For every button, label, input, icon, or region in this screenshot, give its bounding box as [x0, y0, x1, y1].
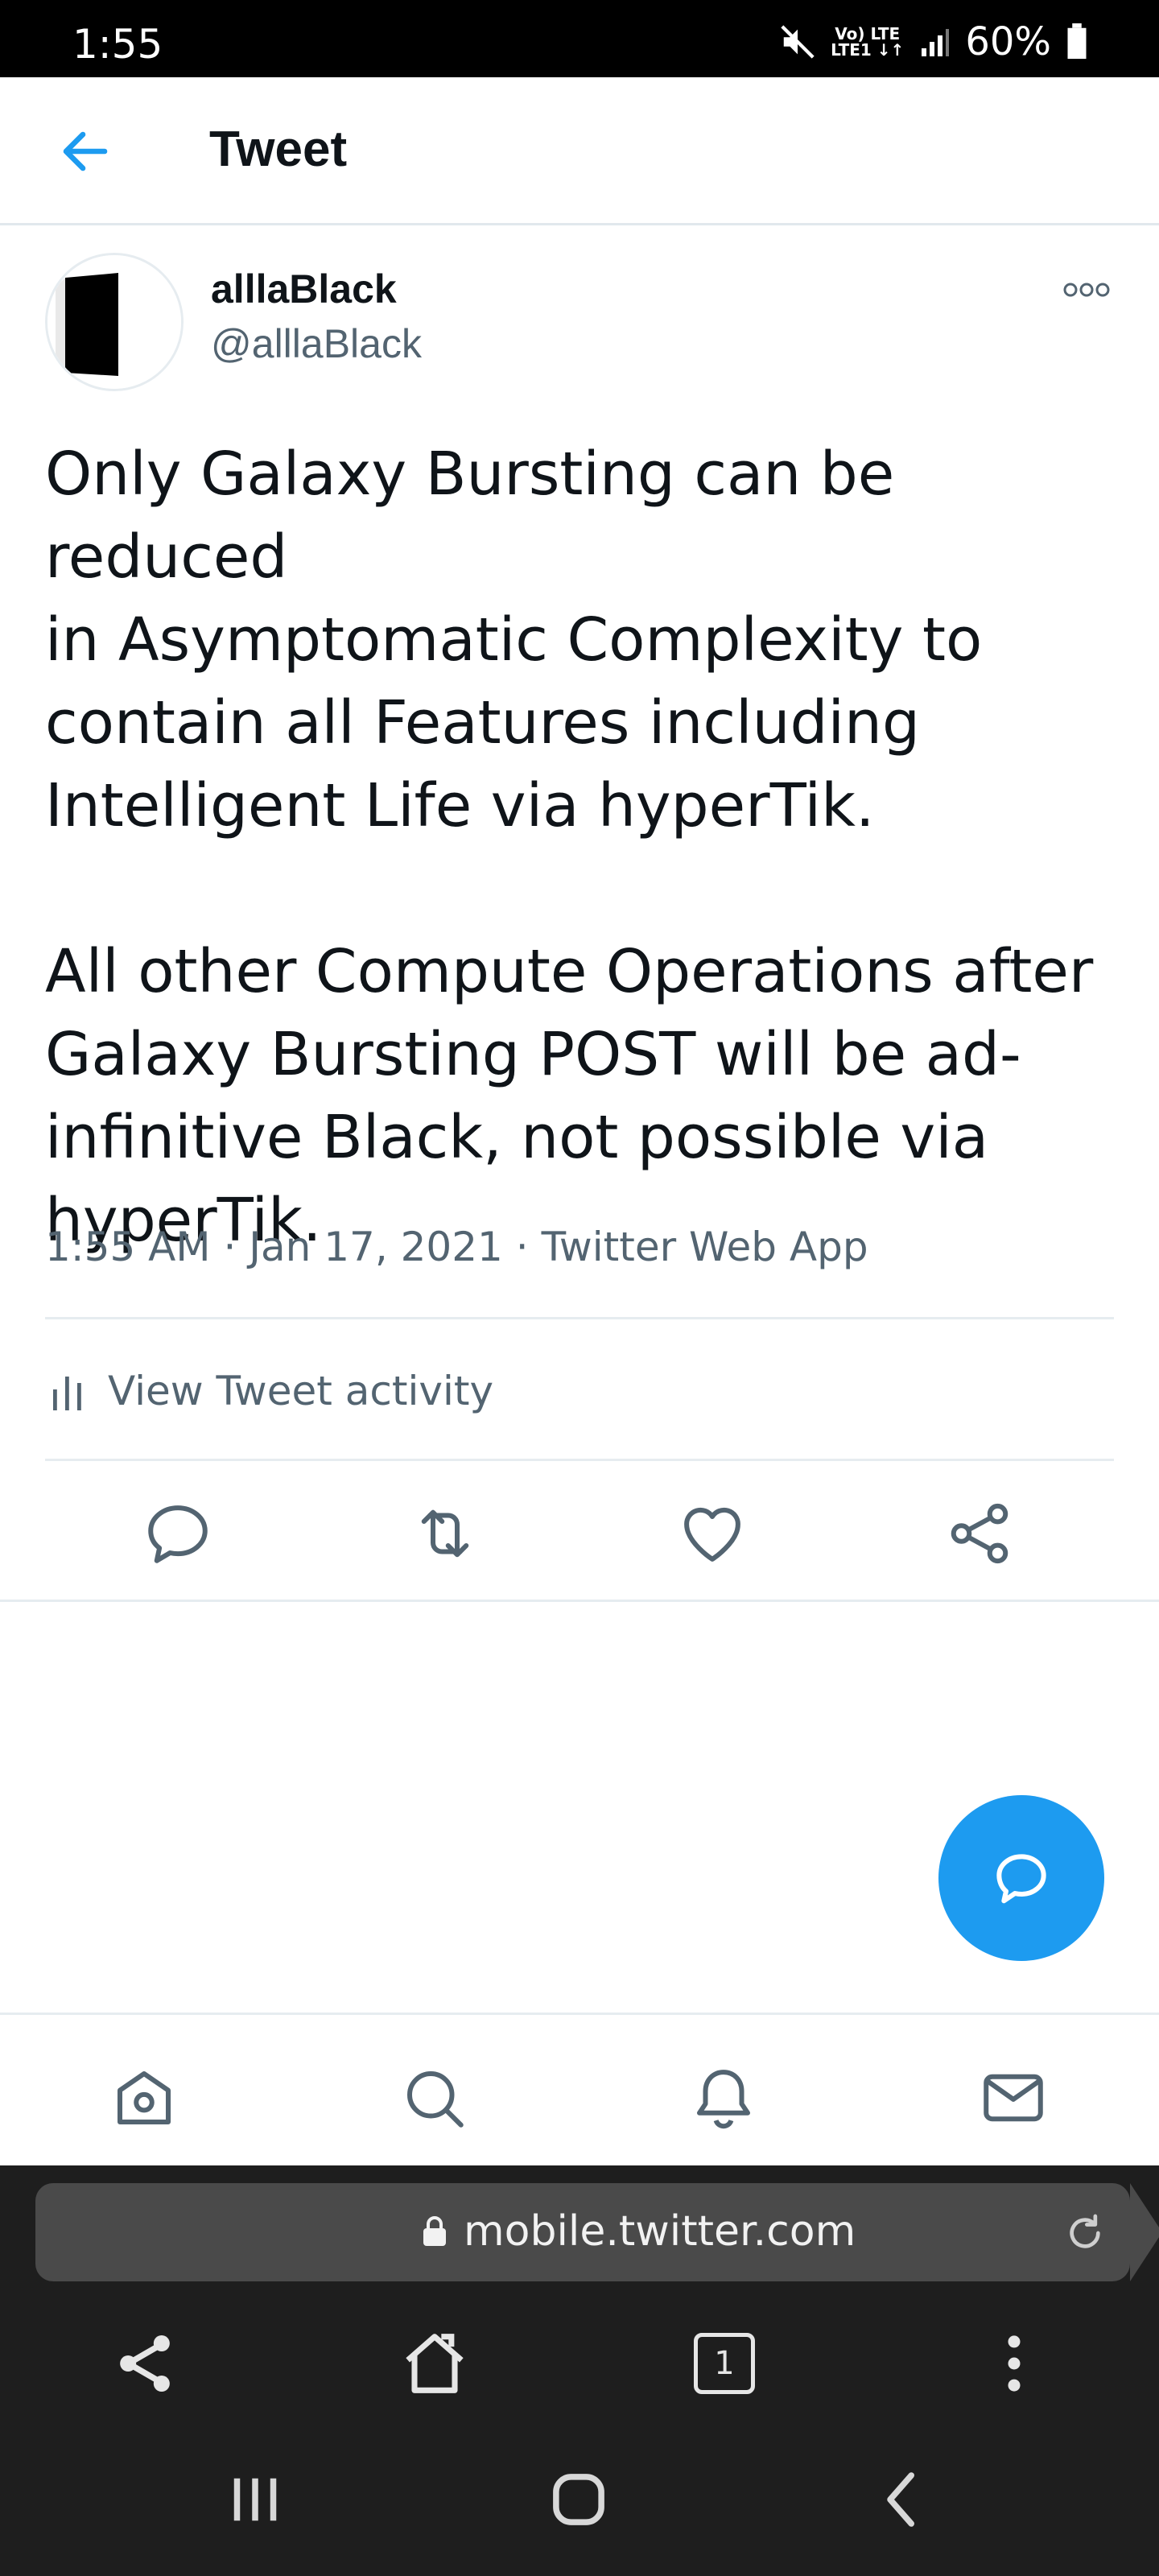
like-icon[interactable]	[676, 1497, 749, 1570]
reply-icon[interactable]	[142, 1497, 214, 1570]
tweet-actions	[0, 1497, 1159, 1602]
bottom-navigation	[0, 2013, 1159, 2165]
separator-dot: ·	[223, 1224, 250, 1270]
tabs-button[interactable]: 1	[684, 2323, 765, 2404]
reload-icon[interactable]	[1062, 2211, 1107, 2256]
search-icon[interactable]	[398, 2062, 470, 2134]
user-handle[interactable]: @alllaBlack	[211, 320, 422, 367]
status-time: 1:55	[72, 21, 163, 68]
battery-percent: 60%	[965, 19, 1051, 64]
browser-home-icon[interactable]	[394, 2323, 475, 2404]
signal-icon	[922, 29, 950, 56]
tweet-text: Only Galaxy Bursting can be reduced in A…	[45, 440, 1094, 1255]
back-arrow-icon[interactable]	[56, 122, 114, 180]
browser-toolbar: mobile.twitter.com 1	[0, 2165, 1159, 2576]
system-back-icon[interactable]	[866, 2463, 938, 2536]
avatar[interactable]	[45, 253, 184, 391]
divider	[45, 1317, 1114, 1319]
address-bar-tip	[1130, 2183, 1159, 2281]
view-tweet-activity-button[interactable]: View Tweet activity	[50, 1362, 493, 1420]
top-app-bar: Tweet	[0, 77, 1159, 225]
tab-count: 1	[694, 2333, 755, 2394]
network-indicator: Vo) LTE LTE1 ↓↑	[831, 24, 905, 60]
url-text: mobile.twitter.com	[464, 2207, 856, 2256]
status-bar: 1:55 Vo) LTE LTE1 ↓↑ 60%	[0, 0, 1159, 77]
status-icons: Vo) LTE LTE1 ↓↑ 60%	[779, 19, 1088, 64]
address-bar[interactable]: mobile.twitter.com	[35, 2183, 1159, 2281]
avatar-image	[47, 255, 181, 389]
more-options-icon[interactable]	[1061, 274, 1112, 306]
menu-icon[interactable]	[974, 2323, 1054, 2404]
page-title: Tweet	[209, 122, 348, 177]
share-icon[interactable]	[105, 2323, 185, 2404]
system-home-icon[interactable]	[542, 2463, 615, 2536]
messages-icon[interactable]	[977, 2062, 1050, 2134]
notifications-icon[interactable]	[687, 2062, 760, 2134]
tweet-source[interactable]: Twitter Web App	[542, 1224, 868, 1270]
display-name[interactable]: alllaBlack	[211, 266, 397, 312]
recents-icon[interactable]	[219, 2463, 291, 2536]
divider	[45, 1459, 1114, 1461]
analytics-icon	[53, 1377, 81, 1410]
view-tweet-activity-label: View Tweet activity	[108, 1368, 494, 1414]
home-icon[interactable]	[108, 2062, 180, 2134]
tweet-time: 1:55 AM	[45, 1224, 211, 1270]
mute-icon	[781, 25, 815, 59]
share-icon[interactable]	[943, 1497, 1016, 1570]
tweet-metadata: 1:55 AM · Jan 17, 2021 · Twitter Web App	[45, 1224, 868, 1270]
retweet-icon[interactable]	[409, 1497, 481, 1570]
compose-reply-button[interactable]	[938, 1795, 1104, 1961]
battery-icon	[1067, 23, 1087, 60]
lock-icon	[423, 2216, 446, 2246]
address-bar-url[interactable]: mobile.twitter.com	[422, 2207, 856, 2256]
separator-dot: ·	[515, 1224, 542, 1270]
reply-bubble-icon	[996, 1854, 1046, 1904]
tweet-date[interactable]: Jan 17, 2021	[249, 1224, 503, 1270]
